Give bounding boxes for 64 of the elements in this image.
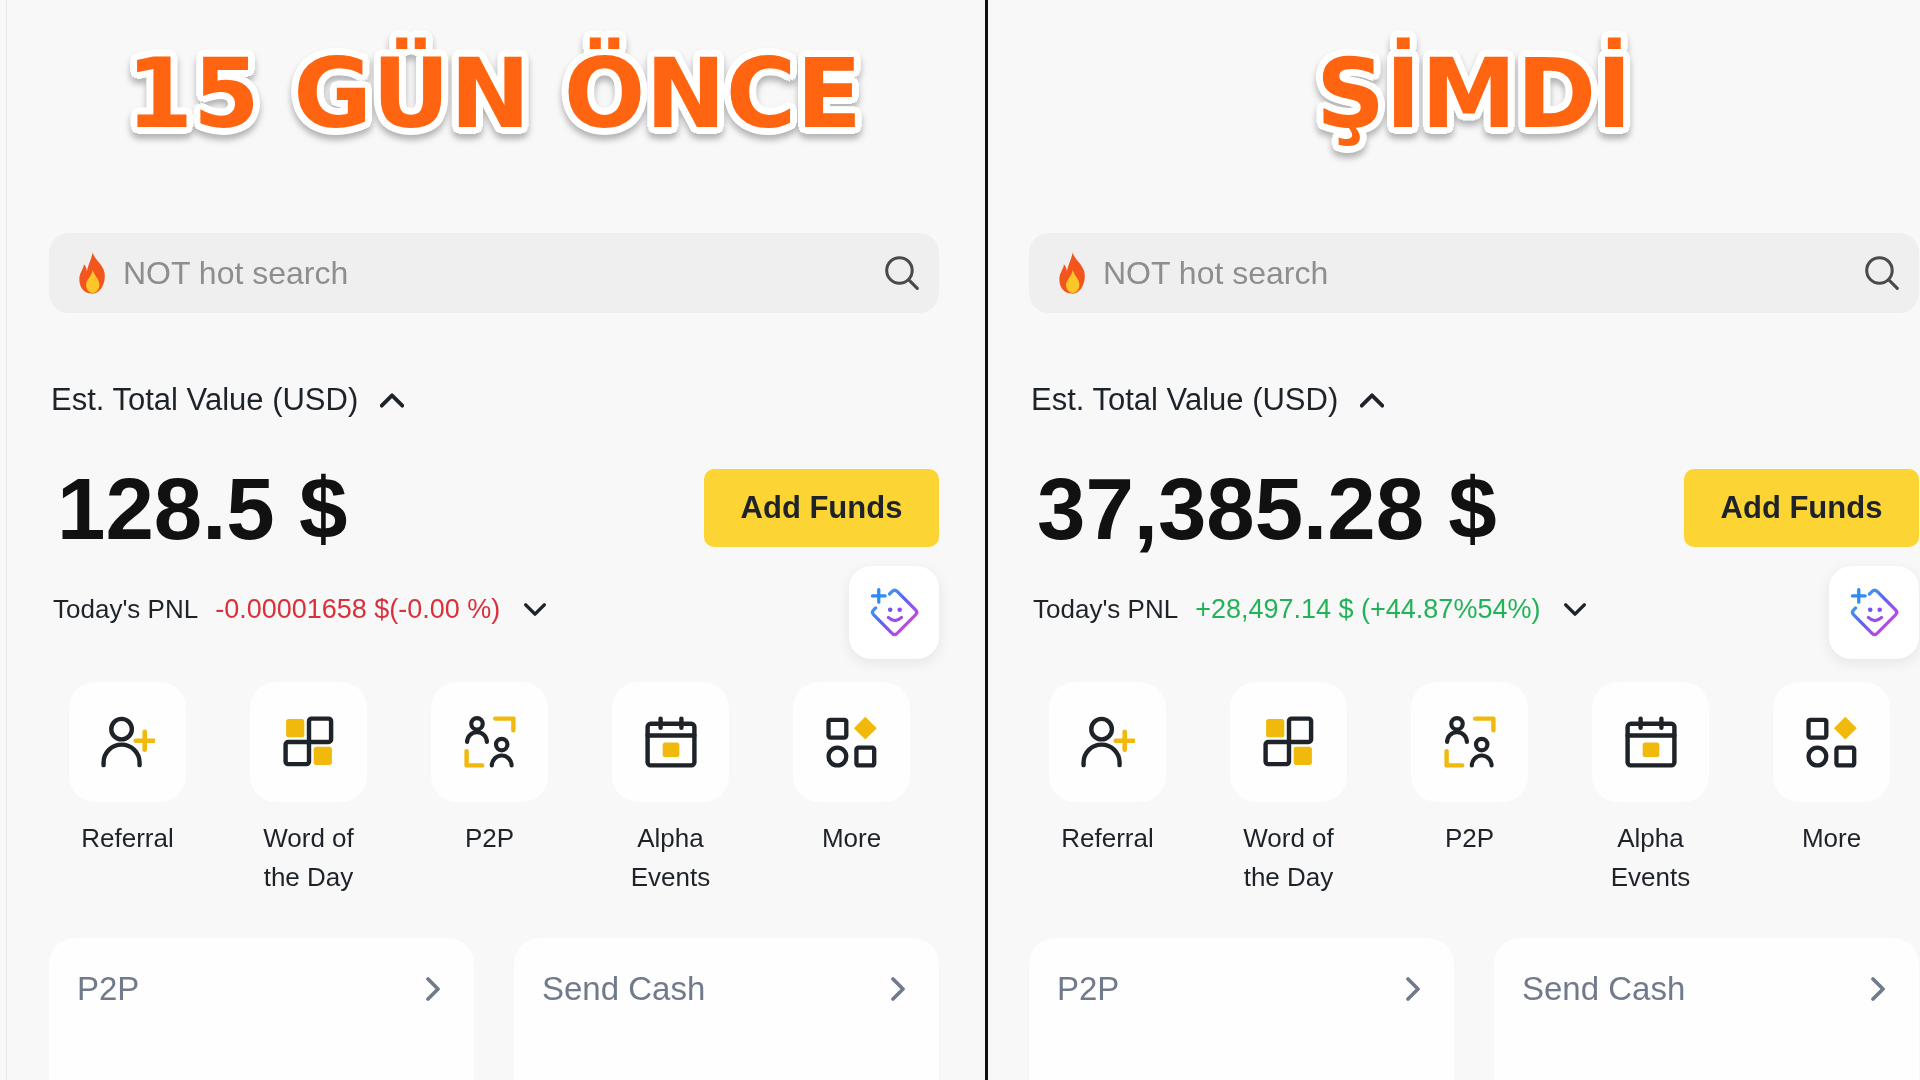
shortcut-label: Referral <box>81 822 174 855</box>
pnl-value: +28,497.14 $ (+44.87%54%) <box>1195 593 1541 625</box>
chevron-right-icon <box>891 977 905 1001</box>
chevron-right-icon <box>1406 977 1420 1001</box>
search-input[interactable]: NOT hot search <box>1103 254 1851 292</box>
people-icon <box>463 716 516 768</box>
pnl-value: -0.00001658 $(-0.00 %) <box>215 593 501 625</box>
smiley-button[interactable] <box>1829 566 1919 659</box>
shortcut-button[interactable] <box>431 682 548 802</box>
shortcut-label: Word of the Day <box>262 822 355 894</box>
shortcut-label: More <box>821 822 882 855</box>
shortcut-label: Word of the Day <box>1242 822 1335 894</box>
search-icon[interactable] <box>885 256 919 290</box>
search-field[interactable]: NOT hot search <box>1029 233 1919 313</box>
shortcut-button[interactable] <box>1049 682 1166 802</box>
link-card[interactable]: P2P <box>49 938 474 1080</box>
shortcut-label: P2P <box>464 822 515 855</box>
headline: ŞİMDİ <box>1315 36 1633 153</box>
calendar-icon <box>644 716 697 768</box>
shortcut-label: Alpha Events <box>629 822 712 894</box>
chevron-right-icon <box>1871 977 1885 1001</box>
smiley-button[interactable] <box>849 566 939 659</box>
chevron-up-icon[interactable] <box>380 392 405 408</box>
calendar-icon <box>1624 716 1677 768</box>
person-plus-icon <box>100 716 155 768</box>
person-plus-icon <box>1080 716 1135 768</box>
pnl-label: Today's PNL <box>53 593 199 625</box>
shortcut-button[interactable] <box>1230 682 1347 802</box>
shortcut-button[interactable] <box>793 682 910 802</box>
balance-label: Est. Total Value (USD) <box>1031 382 1339 418</box>
chevron-right-icon <box>426 977 440 1001</box>
shortcut-label: More <box>1801 822 1862 855</box>
shapes-icon <box>825 716 878 768</box>
chevron-up-icon[interactable] <box>1360 392 1385 408</box>
shortcut-button[interactable] <box>69 682 186 802</box>
chevron-down-icon[interactable] <box>524 602 547 616</box>
shortcut-button[interactable] <box>250 682 367 802</box>
add-funds-button[interactable]: Add Funds <box>704 469 939 547</box>
search-input[interactable]: NOT hot search <box>123 254 871 292</box>
search-field[interactable]: NOT hot search <box>49 233 939 313</box>
link-card[interactable]: Send Cash <box>1494 938 1919 1080</box>
shortcut-label: Alpha Events <box>1609 822 1692 894</box>
shortcut-label: P2P <box>1444 822 1495 855</box>
squares-grid-icon <box>1262 716 1315 768</box>
shapes-icon <box>1805 716 1858 768</box>
search-icon[interactable] <box>1865 256 1899 290</box>
headline: 15 GÜN ÖNCE <box>125 36 863 153</box>
smiley-icon <box>868 586 920 639</box>
balance-value: 128.5 $ <box>56 464 348 552</box>
smiley-icon <box>1848 586 1900 639</box>
chevron-down-icon[interactable] <box>1564 602 1587 616</box>
shortcut-button[interactable] <box>1773 682 1890 802</box>
shortcut-button[interactable] <box>1411 682 1528 802</box>
link-card[interactable]: Send Cash <box>514 938 939 1080</box>
balance-value: 37,385.28 $ <box>1036 464 1497 552</box>
shortcut-label: Referral <box>1061 822 1154 855</box>
add-funds-button[interactable]: Add Funds <box>1684 469 1919 547</box>
shortcut-button[interactable] <box>612 682 729 802</box>
link-card[interactable]: P2P <box>1029 938 1454 1080</box>
pnl-label: Today's PNL <box>1033 593 1179 625</box>
squares-grid-icon <box>282 716 335 768</box>
shortcut-button[interactable] <box>1592 682 1709 802</box>
balance-label: Est. Total Value (USD) <box>51 382 359 418</box>
people-icon <box>1443 716 1496 768</box>
